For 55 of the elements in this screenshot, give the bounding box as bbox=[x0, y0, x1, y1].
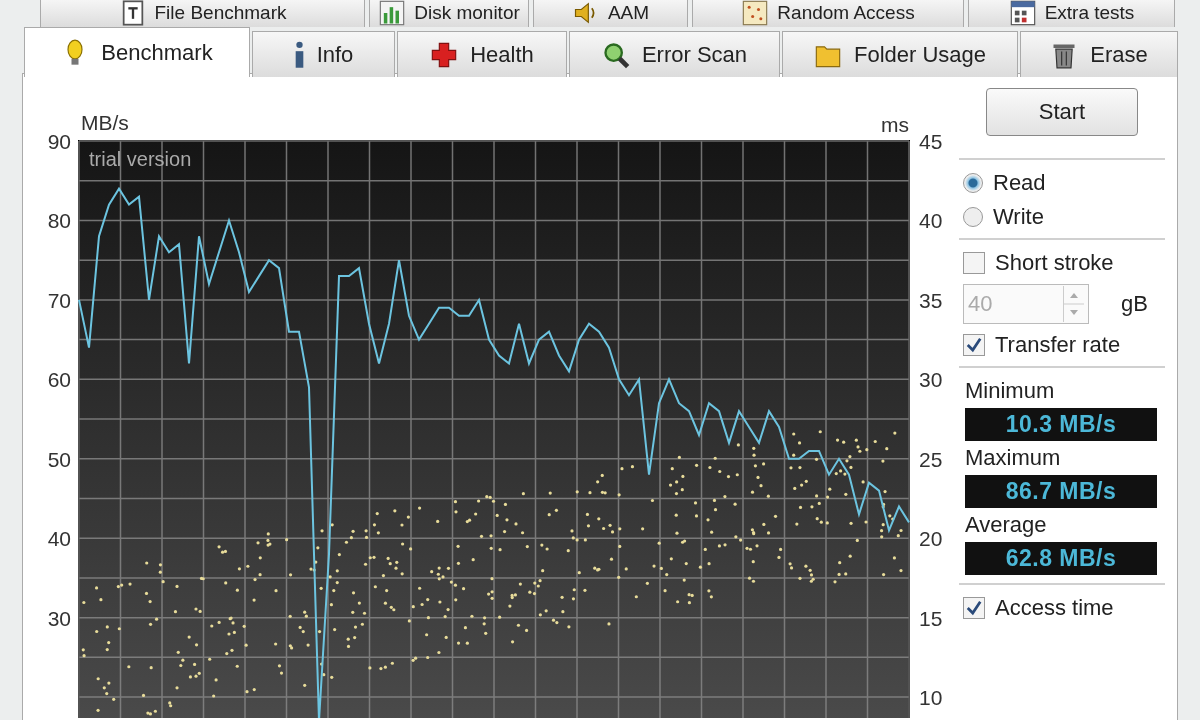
axis-tick-label: 10 bbox=[919, 686, 943, 710]
tab[interactable]: Folder Usage bbox=[782, 31, 1018, 77]
option-label: Read bbox=[993, 170, 1046, 196]
axis-unit-label: ms bbox=[881, 113, 909, 136]
axis-tick-label: 70 bbox=[47, 288, 71, 312]
axis-tick-label: 40 bbox=[47, 527, 71, 551]
axis-tick-label: 80 bbox=[47, 209, 71, 233]
axis-tick-label: 30 bbox=[919, 368, 943, 392]
readout-label: Maximum bbox=[965, 445, 1062, 471]
axis-tick-label: 15 bbox=[919, 606, 943, 630]
info-icon bbox=[293, 40, 305, 69]
cross-icon bbox=[430, 40, 459, 69]
axis-tick-label: 90 bbox=[47, 130, 71, 153]
axis-unit-label: MB/s bbox=[81, 111, 129, 134]
radio-button[interactable] bbox=[963, 173, 983, 193]
tab[interactable]: Erase bbox=[1020, 31, 1178, 77]
checkbox[interactable] bbox=[963, 597, 985, 619]
readout-value: 10.3 MB/s bbox=[965, 408, 1157, 441]
tab[interactable]: Info bbox=[252, 31, 395, 77]
tab[interactable]: Disk monitor bbox=[369, 0, 529, 27]
option-label: Transfer rate bbox=[995, 332, 1121, 358]
axis-tick-label: 60 bbox=[47, 368, 71, 392]
tab[interactable]: Random Access bbox=[692, 0, 964, 27]
option-label: Write bbox=[993, 204, 1044, 230]
unit-label: gB bbox=[1121, 291, 1148, 317]
readout-value: 86.7 MB/s bbox=[965, 475, 1157, 508]
tab[interactable]: AAM bbox=[533, 0, 688, 27]
option-label: Access time bbox=[995, 595, 1114, 621]
radio-button[interactable] bbox=[963, 207, 983, 227]
tab[interactable]: File Benchmark bbox=[40, 0, 365, 27]
tab[interactable]: Extra tests bbox=[968, 0, 1175, 27]
axis-tick-label: 20 bbox=[919, 527, 943, 551]
readout-label: Minimum bbox=[965, 378, 1056, 404]
axis-tick-label: 40 bbox=[919, 209, 943, 233]
trial-version-label: trial version bbox=[89, 148, 192, 170]
axis-tick-label: 45 bbox=[919, 130, 943, 153]
readout-value: 62.8 MB/s bbox=[965, 542, 1157, 575]
dotted-grid-icon bbox=[741, 0, 770, 27]
tab[interactable]: Health bbox=[397, 31, 567, 77]
radio-option[interactable]: Write bbox=[963, 204, 1165, 230]
window-grid-icon bbox=[1008, 0, 1037, 27]
magnifier-icon bbox=[601, 40, 630, 69]
radio-option[interactable]: Read bbox=[963, 170, 1165, 196]
axis-tick-label: 25 bbox=[919, 447, 943, 471]
tab[interactable]: Benchmark bbox=[24, 27, 250, 77]
axis-tick-label: 35 bbox=[919, 288, 943, 312]
readout-label: Average bbox=[965, 512, 1048, 538]
option-label: Short stroke bbox=[995, 250, 1114, 276]
bar-chart-icon bbox=[378, 0, 407, 27]
tab[interactable]: Error Scan bbox=[569, 31, 780, 77]
checkbox[interactable] bbox=[963, 334, 985, 356]
checkbox[interactable] bbox=[963, 252, 985, 274]
start-button[interactable]: Start bbox=[986, 88, 1138, 136]
axis-tick-label: 30 bbox=[47, 606, 71, 630]
axis-tick-label: 50 bbox=[47, 447, 71, 471]
